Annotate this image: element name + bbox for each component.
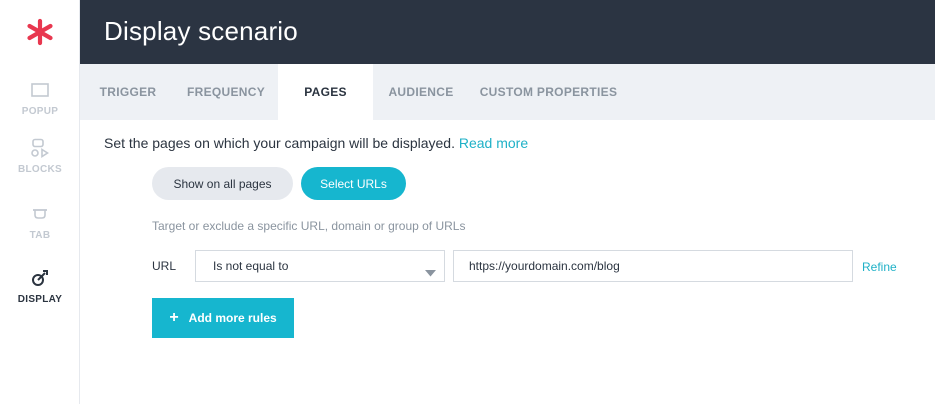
sidebar-item-popup[interactable]: POPUP bbox=[0, 80, 80, 130]
sidebar-item-tab[interactable]: TAB bbox=[0, 204, 80, 254]
tab-custom-properties[interactable]: CUSTOM PROPERTIES bbox=[471, 64, 626, 120]
pages-description: Set the pages on which your campaign wil… bbox=[104, 135, 528, 151]
url-rule-label: URL bbox=[152, 259, 177, 273]
read-more-link[interactable]: Read more bbox=[459, 135, 528, 151]
popup-icon bbox=[30, 80, 50, 100]
blocks-icon bbox=[30, 138, 50, 158]
operator-select[interactable]: Is not equal to bbox=[195, 250, 445, 282]
sidebar-item-blocks[interactable]: BLOCKS bbox=[0, 138, 80, 188]
add-more-rules-label: Add more rules bbox=[188, 311, 277, 325]
tab-frequency[interactable]: FREQUENCY bbox=[176, 64, 276, 120]
sidebar-item-label: BLOCKS bbox=[17, 164, 63, 175]
tab-icon bbox=[30, 204, 50, 224]
tab-bar: TRIGGER FREQUENCY PAGES AUDIENCE CUSTOM … bbox=[80, 64, 935, 120]
select-urls-button[interactable]: Select URLs bbox=[301, 167, 406, 200]
display-icon bbox=[30, 268, 50, 288]
show-on-all-pages-button[interactable]: Show on all pages bbox=[152, 167, 293, 200]
sidebar-item-label: TAB bbox=[29, 230, 51, 241]
tab-trigger[interactable]: TRIGGER bbox=[80, 64, 176, 120]
plus-icon: + bbox=[169, 309, 179, 326]
sidebar-item-label: POPUP bbox=[21, 106, 59, 117]
tab-audience[interactable]: AUDIENCE bbox=[376, 64, 466, 120]
operator-select-value: Is not equal to bbox=[213, 259, 289, 273]
tab-pages[interactable]: PAGES bbox=[278, 64, 373, 120]
description-text: Set the pages on which your campaign wil… bbox=[104, 135, 455, 151]
add-more-rules-button[interactable]: + Add more rules bbox=[152, 298, 294, 338]
page-title: Display scenario bbox=[104, 16, 298, 46]
targeting-hint: Target or exclude a specific URL, domain… bbox=[152, 219, 466, 233]
url-value-input[interactable] bbox=[453, 250, 853, 282]
brand-logo-icon[interactable] bbox=[26, 18, 54, 46]
sidebar-item-display[interactable]: DISPLAY bbox=[0, 268, 80, 318]
refine-link[interactable]: Refine bbox=[862, 260, 897, 274]
page-header: Display scenario bbox=[80, 0, 935, 64]
sidebar-item-label: DISPLAY bbox=[17, 294, 63, 305]
chevron-down-icon bbox=[425, 264, 436, 277]
sidebar: POPUP BLOCKS TAB DISPLAY bbox=[0, 0, 80, 404]
